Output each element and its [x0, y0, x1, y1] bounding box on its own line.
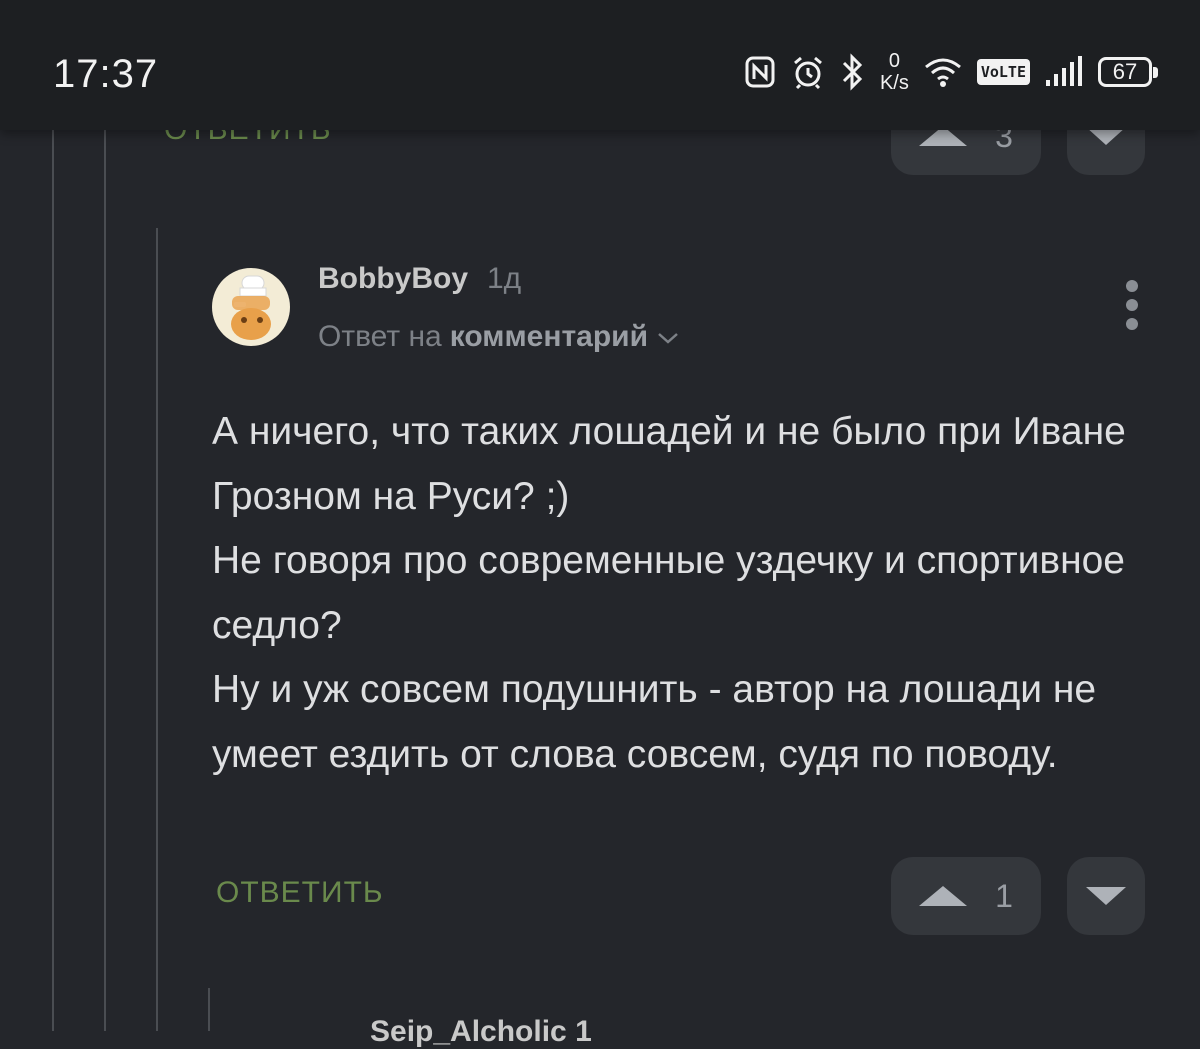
reply-button[interactable]: ОТВЕТИТЬ — [216, 876, 384, 910]
status-time: 17:37 — [53, 52, 159, 96]
downvote-button[interactable] — [1067, 857, 1145, 935]
status-icons: 0 K/s VoLTE 67 — [744, 50, 1158, 94]
comment-line: А ничего, что таких лошадей и не было пр… — [212, 410, 1126, 518]
comment-line: Ну и уж совсем подушнить - автор на лоша… — [212, 668, 1097, 776]
upvote-icon — [919, 886, 968, 906]
thread-line-1 — [52, 130, 54, 1031]
comment-author[interactable]: BobbyBoy — [318, 262, 468, 296]
nfc-icon — [744, 55, 776, 89]
thread-line-4 — [208, 988, 210, 1031]
reply-to-prefix: Ответ на — [318, 320, 442, 353]
net-speed: 0 K/s — [880, 50, 909, 94]
net-speed-value: 0 — [888, 50, 900, 72]
battery-level: 67 — [1112, 59, 1138, 84]
bluetooth-icon — [840, 53, 866, 91]
upvote-count: 1 — [995, 877, 1013, 914]
comment-body: А ничего, что таких лошадей и не было пр… — [212, 400, 1132, 787]
wifi-icon — [923, 55, 963, 89]
thread-line-2 — [104, 130, 106, 1031]
comment-line: Не говоря про современные уздечку и спор… — [212, 539, 1125, 647]
reply-to-target: комментарий — [449, 320, 649, 353]
upvote-button[interactable]: 1 — [891, 857, 1041, 935]
downvote-icon — [1086, 887, 1126, 905]
thread-line-3 — [156, 228, 158, 1031]
next-comment-author[interactable]: Seip_Alcholic 1 — [370, 1015, 592, 1049]
reply-to-link[interactable]: Ответ на комментарий — [318, 320, 680, 354]
status-bar: 17:37 0 K/s VoLTE 67 — [0, 0, 1200, 130]
battery-icon: 67 — [1098, 57, 1158, 87]
volte-badge: VoLTE — [976, 59, 1030, 85]
net-speed-unit: K/s — [879, 72, 909, 94]
alarm-icon — [790, 54, 826, 90]
chevron-down-icon — [656, 320, 680, 354]
comment-age: 1д — [487, 262, 522, 295]
avatar[interactable] — [212, 268, 290, 346]
signal-icon — [1044, 56, 1084, 88]
more-vertical-icon[interactable] — [1122, 280, 1142, 330]
